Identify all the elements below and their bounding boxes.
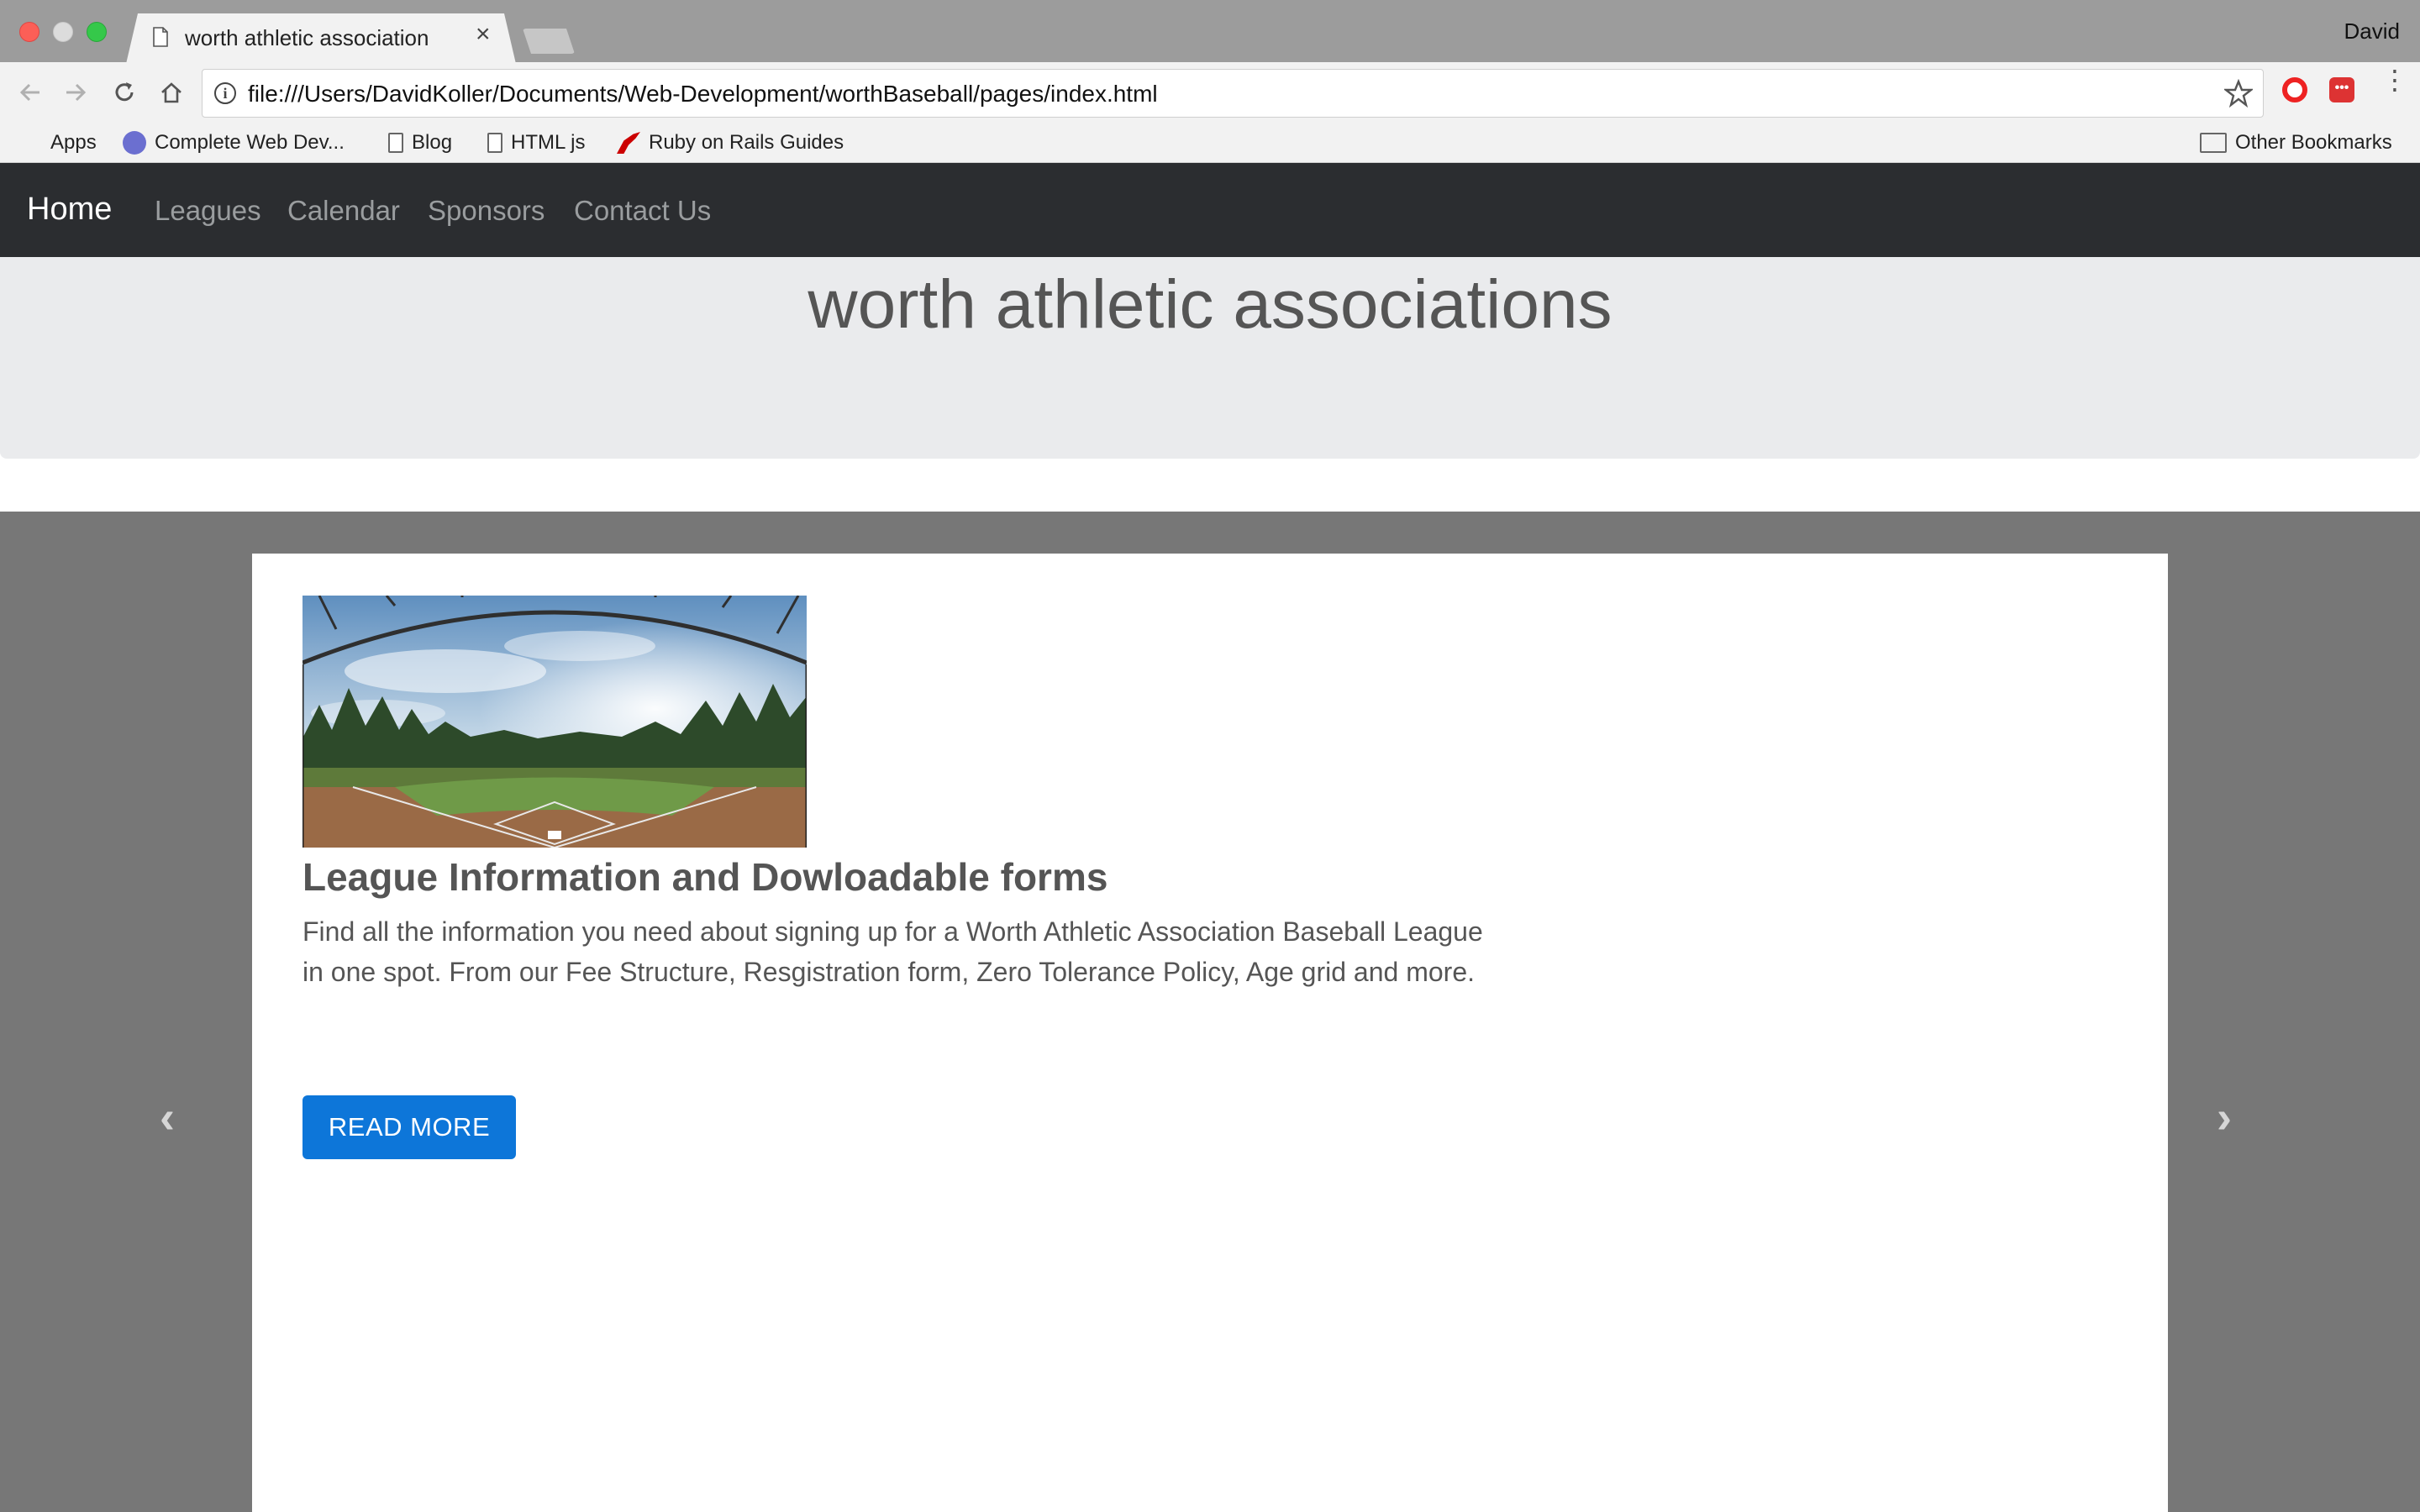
carousel-prev-icon[interactable]: ‹ bbox=[160, 1091, 175, 1143]
read-more-button[interactable]: READ MORE bbox=[302, 1095, 516, 1159]
carousel-slide: League Information and Dowloadable forms… bbox=[252, 554, 2168, 1512]
browser-titlebar: worth athletic association × David bbox=[0, 0, 2420, 64]
forward-arrow-icon[interactable] bbox=[59, 76, 92, 109]
browser-menu-icon[interactable]: ⋮ bbox=[2381, 66, 2408, 93]
close-window-button[interactable] bbox=[19, 22, 39, 42]
bookmark-label: Complete Web Dev... bbox=[155, 131, 345, 154]
browser-toolbar: i file:///Users/DavidKoller/Documents/We… bbox=[0, 62, 2420, 124]
jumbotron: worth athletic associations bbox=[0, 257, 2420, 459]
nav-calendar-link[interactable]: Calendar bbox=[287, 195, 400, 227]
bookmark-label: Apps bbox=[50, 131, 97, 154]
carousel-next-icon[interactable]: › bbox=[2217, 1091, 2232, 1143]
bookmark-star-icon[interactable] bbox=[2224, 79, 2253, 108]
bookmarks-bar: Apps Complete Web Dev... Blog HTML js Ru… bbox=[0, 124, 2420, 163]
reload-icon[interactable] bbox=[108, 76, 141, 109]
nav-sponsors-link[interactable]: Sponsors bbox=[428, 195, 544, 227]
bookmark-html-js[interactable]: HTML js bbox=[487, 129, 585, 156]
card-text: Find all the information you need about … bbox=[302, 916, 1483, 987]
opera-extension-icon[interactable] bbox=[2282, 77, 2307, 102]
bookmark-blog[interactable]: Blog bbox=[388, 129, 452, 156]
bookmark-complete-web-dev[interactable]: Complete Web Dev... bbox=[123, 129, 345, 156]
browser-tab[interactable]: worth athletic association × bbox=[126, 13, 516, 64]
address-bar[interactable]: i file:///Users/DavidKoller/Documents/We… bbox=[202, 69, 2264, 118]
maximize-window-button[interactable] bbox=[87, 22, 107, 42]
back-arrow-icon[interactable] bbox=[13, 76, 47, 109]
page-icon bbox=[388, 133, 403, 153]
bookmark-label: HTML js bbox=[511, 131, 586, 154]
carousel: League Information and Dowloadable forms… bbox=[0, 512, 2420, 1512]
new-tab-button[interactable] bbox=[523, 29, 575, 54]
nav-home-link[interactable]: Home bbox=[27, 192, 112, 228]
other-bookmarks-label: Other Bookmarks bbox=[2235, 131, 2392, 154]
baseball-field-image bbox=[302, 596, 807, 848]
tab-close-icon[interactable]: × bbox=[476, 22, 491, 47]
apps-grid-icon bbox=[22, 133, 42, 153]
nav-leagues-link[interactable]: Leagues bbox=[155, 195, 261, 227]
info-icon[interactable]: i bbox=[214, 82, 236, 104]
page-title: worth athletic associations bbox=[808, 266, 1612, 343]
folder-icon bbox=[2200, 133, 2227, 153]
bookmark-label: Ruby on Rails Guides bbox=[649, 131, 844, 154]
url-text[interactable]: file:///Users/DavidKoller/Documents/Web-… bbox=[248, 81, 1158, 108]
other-bookmarks[interactable]: Other Bookmarks bbox=[2200, 129, 2392, 156]
bookmark-apps[interactable]: Apps bbox=[22, 129, 97, 156]
lastpass-extension-icon[interactable]: ••• bbox=[2329, 77, 2354, 102]
home-icon[interactable] bbox=[155, 76, 188, 109]
tab-title: worth athletic association bbox=[185, 25, 429, 50]
bookmark-label: Blog bbox=[412, 131, 453, 154]
site-icon bbox=[123, 131, 146, 155]
card-title: League Information and Dowloadable forms bbox=[302, 855, 1108, 899]
rails-icon bbox=[617, 132, 640, 154]
nav-contact-us-link[interactable]: Contact Us bbox=[574, 195, 711, 227]
site-navbar: Home Leagues Calendar Sponsors Contact U… bbox=[0, 163, 2420, 257]
page-icon bbox=[153, 27, 168, 47]
profile-name[interactable]: David bbox=[2344, 18, 2400, 45]
minimize-window-button[interactable] bbox=[53, 22, 73, 42]
page-icon bbox=[487, 133, 502, 153]
bookmark-ruby-on-rails-guides[interactable]: Ruby on Rails Guides bbox=[617, 129, 844, 156]
